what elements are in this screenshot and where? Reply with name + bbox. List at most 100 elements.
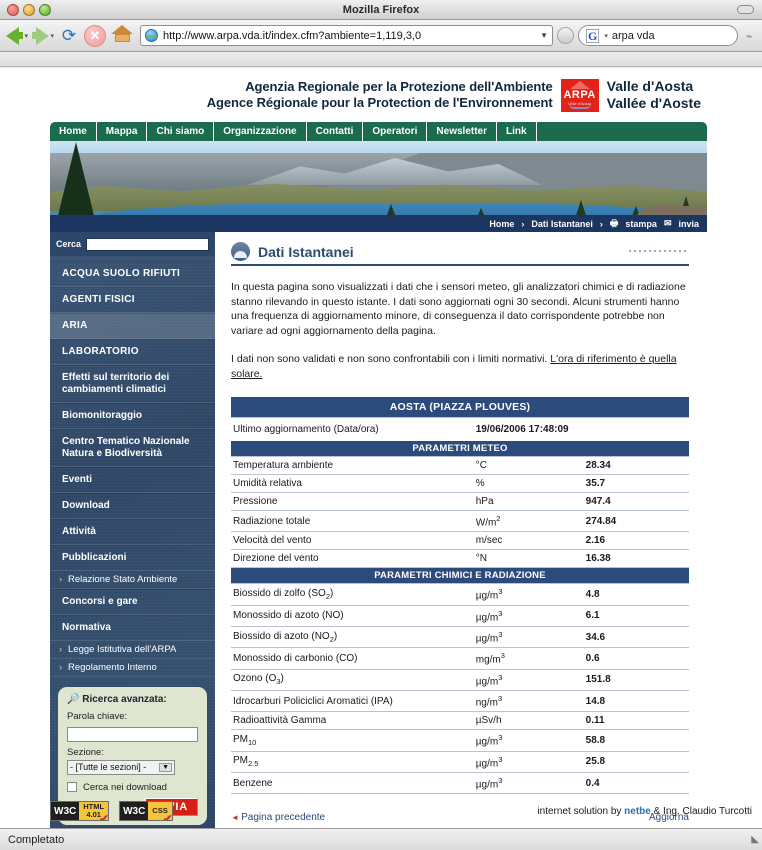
sidebar-item-pubblicazioni[interactable]: Pubblicazioni xyxy=(50,545,215,571)
param-name: Direzione del vento xyxy=(231,549,474,569)
url-dropdown-icon[interactable]: ▼ xyxy=(540,31,548,40)
table-row: Ozono (O3) µg/m3 151.8 xyxy=(231,669,689,691)
browser-search-box[interactable]: G ▾ arpa vda xyxy=(578,25,738,46)
instant-data-table: AOSTA (PIAZZA PLOUVES) Ultimo aggiorname… xyxy=(231,397,689,795)
send-link[interactable]: invia xyxy=(678,219,699,229)
sidebar-item-agenti-fisici[interactable]: AGENTI FISICI xyxy=(50,287,215,313)
status-bar: Completato ◣ xyxy=(0,828,762,850)
param-name: Radiazione totale xyxy=(231,510,474,533)
reload-icon[interactable]: ⟳ xyxy=(58,25,80,47)
nav-item-link[interactable]: Link xyxy=(497,122,537,141)
param-value: 28.34 xyxy=(583,456,689,475)
w3c-html-badge[interactable]: W3C HTML 4.01 ✔ xyxy=(50,801,110,821)
sidebar-item-biomonitoraggio[interactable]: Biomonitoraggio xyxy=(50,403,215,429)
keyword-input[interactable] xyxy=(67,726,198,742)
page-body: Cerca 🔍 ACQUA SUOLO RIFIUTI AGENTI FISIC… xyxy=(50,232,707,828)
param-value: 58.8 xyxy=(583,729,689,752)
advanced-search-title-text: Ricerca avanzata: xyxy=(82,694,167,705)
envelope-icon[interactable]: ✉ xyxy=(664,218,672,229)
forward-button[interactable]: ▾ xyxy=(32,26,54,46)
table-row: Pressione hPa 947.4 xyxy=(231,492,689,511)
param-value: 4.8 xyxy=(583,583,689,606)
table-row: PM2.5 µg/m3 25.8 xyxy=(231,751,689,773)
param-unit: ng/m3 xyxy=(473,690,584,713)
param-unit: µg/m3 xyxy=(473,626,584,649)
sidebar-item-ctn-natura[interactable]: Centro Tematico Nazionale Natura e Biodi… xyxy=(50,429,215,467)
param-unit: mg/m3 xyxy=(473,647,584,670)
param-unit: µg/m3 xyxy=(473,605,584,627)
back-button[interactable]: ▾ xyxy=(6,26,28,46)
nav-item-operatori[interactable]: Operatori xyxy=(363,122,428,141)
param-unit: °C xyxy=(473,456,584,475)
sidebar-item-laboratorio[interactable]: LABORATORIO xyxy=(50,339,215,365)
sidebar-item-concorsi-e-gare[interactable]: Concorsi e gare xyxy=(50,589,215,615)
disclaimer-paragraph: I dati non sono validati e non sono conf… xyxy=(231,352,689,381)
credits-brand[interactable]: netbe xyxy=(624,806,651,817)
sidebar-item-attivita[interactable]: Attività xyxy=(50,519,215,545)
nav-item-mappa[interactable]: Mappa xyxy=(97,122,148,141)
resize-grip-icon[interactable]: ◣ xyxy=(751,834,759,845)
w3c-html-badge-left: W3C xyxy=(54,805,77,817)
param-unit: °N xyxy=(473,549,584,569)
sidebar-item-normativa[interactable]: Normativa xyxy=(50,615,215,641)
param-name: Ozono (O3) xyxy=(231,669,474,691)
search-downloads-checkbox[interactable] xyxy=(67,782,77,792)
nav-item-newsletter[interactable]: Newsletter xyxy=(427,122,497,141)
nav-item-home[interactable]: Home xyxy=(50,122,97,141)
site-container: Agenzia Regionale per la Protezione dell… xyxy=(50,68,707,828)
stop-icon[interactable]: ✕ xyxy=(84,24,106,47)
arpa-logo[interactable]: ARPA Valle d'Aosta xyxy=(560,78,599,112)
go-button[interactable] xyxy=(557,27,574,44)
param-unit: W/m2 xyxy=(473,510,584,533)
intro-paragraph: In questa pagina sono visualizzati i dat… xyxy=(231,281,686,337)
sidebar-subitem-legge-istitutiva[interactable]: Legge Istitutiva dell'ARPA xyxy=(50,641,215,659)
credits-prefix: internet solution by xyxy=(537,805,625,817)
region-titles: Valle d'Aosta Vallée d'Aoste xyxy=(607,78,701,112)
nav-item-organizzazione[interactable]: Organizzazione xyxy=(214,122,307,141)
breadcrumb-current[interactable]: Dati Istantanei xyxy=(531,219,593,229)
param-value: 0.11 xyxy=(583,711,689,731)
section-header-meteo: PARAMETRI METEO xyxy=(231,441,689,457)
sidebar-item-acqua-suolo-rifiuti[interactable]: ACQUA SUOLO RIFIUTI xyxy=(50,261,215,287)
w3c-html-badge-right: HTML 4.01 ✔ xyxy=(79,802,109,820)
address-bar[interactable]: http://www.arpa.vda.it/index.cfm?ambient… xyxy=(140,25,553,46)
sidebar-item-aria[interactable]: ARIA xyxy=(50,313,215,339)
printer-icon[interactable]: 🖶 xyxy=(610,216,619,232)
nav-item-chi-siamo[interactable]: Chi siamo xyxy=(147,122,215,141)
url-text: http://www.arpa.vda.it/index.cfm?ambient… xyxy=(163,29,422,42)
chevron-down-icon[interactable]: ▼ xyxy=(159,762,172,772)
w3c-css-badge-right: CSS ✔ xyxy=(148,802,172,820)
home-icon[interactable] xyxy=(110,24,134,47)
page-title-row: Dati Istantanei xyxy=(231,242,689,261)
table-row: Monossido di carbonio (CO) mg/m3 0.6 xyxy=(231,647,689,670)
sidebar-search-label: Cerca xyxy=(56,239,82,249)
param-name: Velocità del vento xyxy=(231,531,474,551)
search-downloads-row[interactable]: Cerca nei download xyxy=(67,782,198,793)
param-value: 35.7 xyxy=(583,474,689,493)
nav-item-contatti[interactable]: Contatti xyxy=(307,122,364,141)
breadcrumb-home[interactable]: Home xyxy=(489,219,514,229)
sidebar-item-eventi[interactable]: Eventi xyxy=(50,467,215,493)
browser-toolbar: ▾ ▾ ⟳ ✕ http://www.arpa.vda.it/index.cfm… xyxy=(0,20,762,52)
page-credits: W3C HTML 4.01 ✔ W3C CSS ✔ internet soluti… xyxy=(50,794,762,828)
toolbar-overflow-icon[interactable]: ⌁ xyxy=(742,29,756,43)
param-name: Pressione xyxy=(231,492,474,511)
param-value: 6.1 xyxy=(583,605,689,627)
google-icon[interactable]: G xyxy=(586,28,600,43)
table-row: Temperatura ambiente °C 28.34 xyxy=(231,456,689,475)
param-name: Temperatura ambiente xyxy=(231,456,474,475)
param-value: 274.84 xyxy=(583,510,689,533)
param-name: PM2.5 xyxy=(231,751,474,773)
section-select[interactable]: - [Tutte le sezioni] - ▼ xyxy=(67,759,175,775)
sidebar-menu: ACQUA SUOLO RIFIUTI AGENTI FISICI ARIA L… xyxy=(50,256,215,677)
w3c-css-badge[interactable]: W3C CSS ✔ xyxy=(119,801,173,821)
sidebar-search-input[interactable] xyxy=(86,237,210,251)
print-link[interactable]: stampa xyxy=(625,219,657,229)
sidebar-item-effetti-clima[interactable]: Effetti sul territorio dei cambiamenti c… xyxy=(50,365,215,403)
table-row: Benzene µg/m3 0.4 xyxy=(231,772,689,795)
region-title-it: Valle d'Aosta xyxy=(606,78,694,94)
status-text: Completato xyxy=(8,833,65,846)
sidebar-subitem-regolamento-interno[interactable]: Regolamento Interno xyxy=(50,659,215,677)
sidebar-subitem-relazione-stato-ambiente[interactable]: Relazione Stato Ambiente xyxy=(50,571,215,589)
sidebar-item-download[interactable]: Download xyxy=(50,493,215,519)
